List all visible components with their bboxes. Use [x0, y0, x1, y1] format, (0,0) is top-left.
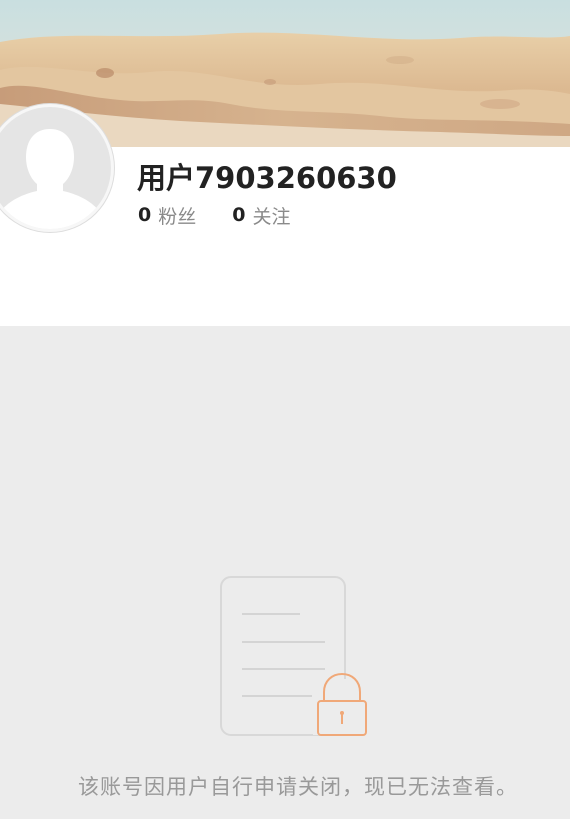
following-label: 关注: [252, 205, 291, 228]
following-count: 0: [232, 204, 246, 226]
username: 用户7903260630: [137, 161, 397, 195]
profile-page: 用户7903260630 0 粉丝 0 关注 该账号因用户自行申请关闭，现已无法…: [0, 0, 570, 819]
default-user-silhouette-icon: [0, 107, 111, 229]
followers-stat[interactable]: 0 粉丝: [138, 202, 196, 229]
following-stat[interactable]: 0 关注: [232, 202, 290, 229]
followers-count: 0: [138, 204, 152, 226]
account-closed-message: 该账号因用户自行申请关闭，现已无法查看。: [78, 775, 518, 799]
profile-stats: 0 粉丝 0 关注: [138, 202, 291, 228]
document-lock-icon: [218, 575, 370, 740]
followers-label: 粉丝: [158, 205, 197, 228]
